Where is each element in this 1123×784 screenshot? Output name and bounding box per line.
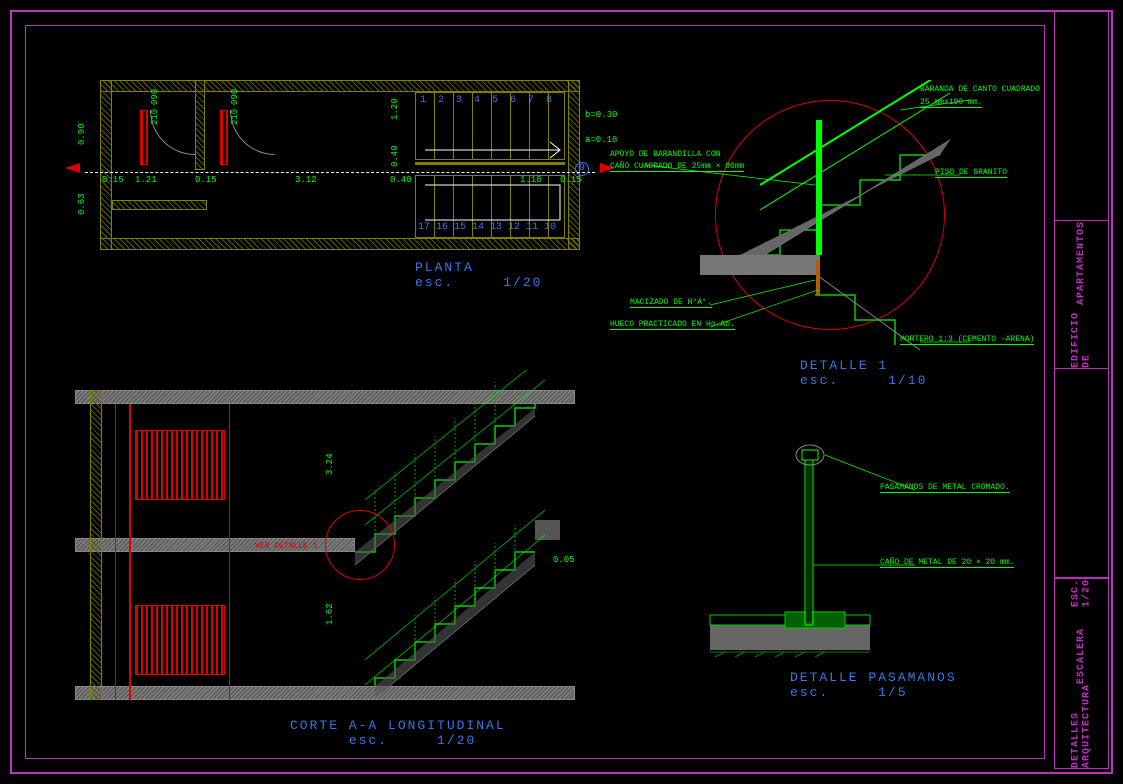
door2-w: 090 xyxy=(230,89,240,105)
plan-view: 1 2 3 4 5 6 7 8 9 17 16 15 14 13 12 11 1… xyxy=(100,80,580,250)
tb-drawing: DETALLES ARQUITECTURA ESCALERA ESC. 1/20 xyxy=(1054,578,1109,769)
d1-apoyo: APOYO DE BARANDILLA CON xyxy=(610,150,720,159)
detail1-svg xyxy=(640,80,1020,360)
handrail-scale-prefix: esc. xyxy=(790,685,829,700)
step-11: 11 xyxy=(526,222,538,233)
plan-title: PLANTA esc. 1/20 xyxy=(415,260,542,290)
plan-wall-int1 xyxy=(195,80,205,170)
project-line2: APARTAMENTOS xyxy=(1076,221,1087,305)
section-scale-prefix: esc. xyxy=(349,733,388,748)
plan-scale: 1/20 xyxy=(503,275,542,290)
plan-wall-bottom xyxy=(100,238,580,250)
section-scale: 1/20 xyxy=(437,733,476,748)
dim-015a: 0.15 xyxy=(102,175,124,185)
step-15: 15 xyxy=(454,222,466,233)
dim-312: 3.12 xyxy=(295,175,317,185)
detail1-view: BARANDA DE CANTO CUADRADO 25 mm×190 mm. … xyxy=(640,80,1020,360)
step-7: 7 xyxy=(528,95,534,106)
detail-circle-sec xyxy=(325,510,395,580)
dim-h090: 0.90 xyxy=(77,123,87,145)
d1-baranda-dim: 25 mm×190 mm. xyxy=(920,98,982,108)
door1-w: 090 xyxy=(150,89,160,105)
d1-macizado: MACIZADO DE H°A°. xyxy=(630,298,712,308)
dim-h120: 1.20 xyxy=(390,98,400,120)
title-block: EDIFICIO DE APARTAMENTOS DETALLES ARQUIT… xyxy=(1054,12,1109,769)
step-12: 12 xyxy=(508,222,520,233)
handrail-title: DETALLE PASAMANOS esc. 1/5 xyxy=(790,670,957,700)
dim-h063: 0.63 xyxy=(77,193,87,215)
step-4: 4 xyxy=(474,95,480,106)
d1-piso: PISO DE GRANITO xyxy=(935,168,1007,178)
step-1: 1 xyxy=(420,95,426,106)
step-8: 8 xyxy=(546,95,552,106)
section-title: CORTE A-A LONGITUDINAL esc. 1/20 xyxy=(290,718,506,748)
title-line2: ESCALERA xyxy=(1076,628,1087,684)
d1-apoyo2: CAÑO CUADRADO DE 25mm × 80mm xyxy=(610,162,744,172)
dim-a: a=0.18 xyxy=(585,135,617,145)
dim-121: 1.21 xyxy=(135,175,157,185)
step-3: 3 xyxy=(456,95,462,106)
dim-b: b=0.30 xyxy=(585,110,617,120)
plan-scale-prefix: esc. xyxy=(415,275,454,290)
tb-empty-2 xyxy=(1054,369,1109,578)
step-5: 5 xyxy=(492,95,498,106)
handrail-view: PASAMANOS DE METAL CROMADO. CAÑO DE META… xyxy=(680,440,1020,680)
plan-wall-top xyxy=(100,80,580,92)
dim-015c: 0.15 xyxy=(560,175,582,185)
project-line1: EDIFICIO DE xyxy=(1071,312,1093,368)
door-2 xyxy=(220,110,228,165)
hr-pasamanos: PASAMANOS DE METAL CROMADO. xyxy=(880,483,1010,493)
dim-h040: 0.40 xyxy=(390,145,400,167)
detail1-scale-prefix: esc. xyxy=(800,373,839,388)
title-scale: ESC. 1/20 xyxy=(1071,579,1093,607)
tb-project: EDIFICIO DE APARTAMENTOS xyxy=(1054,221,1109,369)
door1-h: 210 xyxy=(150,109,160,125)
dim-324: 3.24 xyxy=(325,453,335,475)
detail1-title-text: DETALLE 1 xyxy=(800,358,888,373)
dim-005: 0.05 xyxy=(553,555,575,565)
detail1-title: DETALLE 1 esc. 1/10 xyxy=(800,358,927,388)
d1-baranda: BARANDA DE CANTO CUADRADO xyxy=(920,85,1040,94)
d1-hueco: HUECO PRACTICADO EN Ho.Ao. xyxy=(610,320,735,330)
step-9: 9 xyxy=(575,162,589,176)
tb-empty-1 xyxy=(1054,12,1109,221)
door-1 xyxy=(140,110,148,165)
step-2: 2 xyxy=(438,95,444,106)
title-line1: DETALLES ARQUITECTURA xyxy=(1071,684,1093,768)
detail1-scale: 1/10 xyxy=(888,373,927,388)
dim-015b: 0.15 xyxy=(195,175,217,185)
dim-040: 0.40 xyxy=(390,175,412,185)
dim-118: 1.18 xyxy=(520,175,542,185)
step-16: 16 xyxy=(436,222,448,233)
plan-title-text: PLANTA xyxy=(415,260,474,275)
step-17: 17 xyxy=(418,222,430,233)
handrail-scale: 1/5 xyxy=(878,685,907,700)
step-10: 10 xyxy=(544,222,556,233)
section-view: VER DETALLE 1 3.24 1.62 0.05 xyxy=(75,370,575,720)
plan-wall-int-bottom xyxy=(112,200,207,210)
section-mark-left xyxy=(65,163,85,183)
step-13: 13 xyxy=(490,222,502,233)
step-14: 14 xyxy=(472,222,484,233)
door2-h: 210 xyxy=(230,109,240,125)
sec-note-detail: VER DETALLE 1 xyxy=(255,542,317,551)
dim-162: 1.62 xyxy=(325,603,335,625)
hr-cano: CAÑO DE METAL DE 20 × 20 mm. xyxy=(880,558,1014,568)
stair-arrow-up xyxy=(420,130,565,235)
d1-mortero: MORTERO 1:3 (CEMENTO -ARENA) xyxy=(900,335,1034,345)
handrail-title-text: DETALLE PASAMANOS xyxy=(790,670,957,685)
plan-wall-left xyxy=(100,80,112,250)
step-6: 6 xyxy=(510,95,516,106)
section-title-text: CORTE A-A LONGITUDINAL xyxy=(290,718,506,733)
